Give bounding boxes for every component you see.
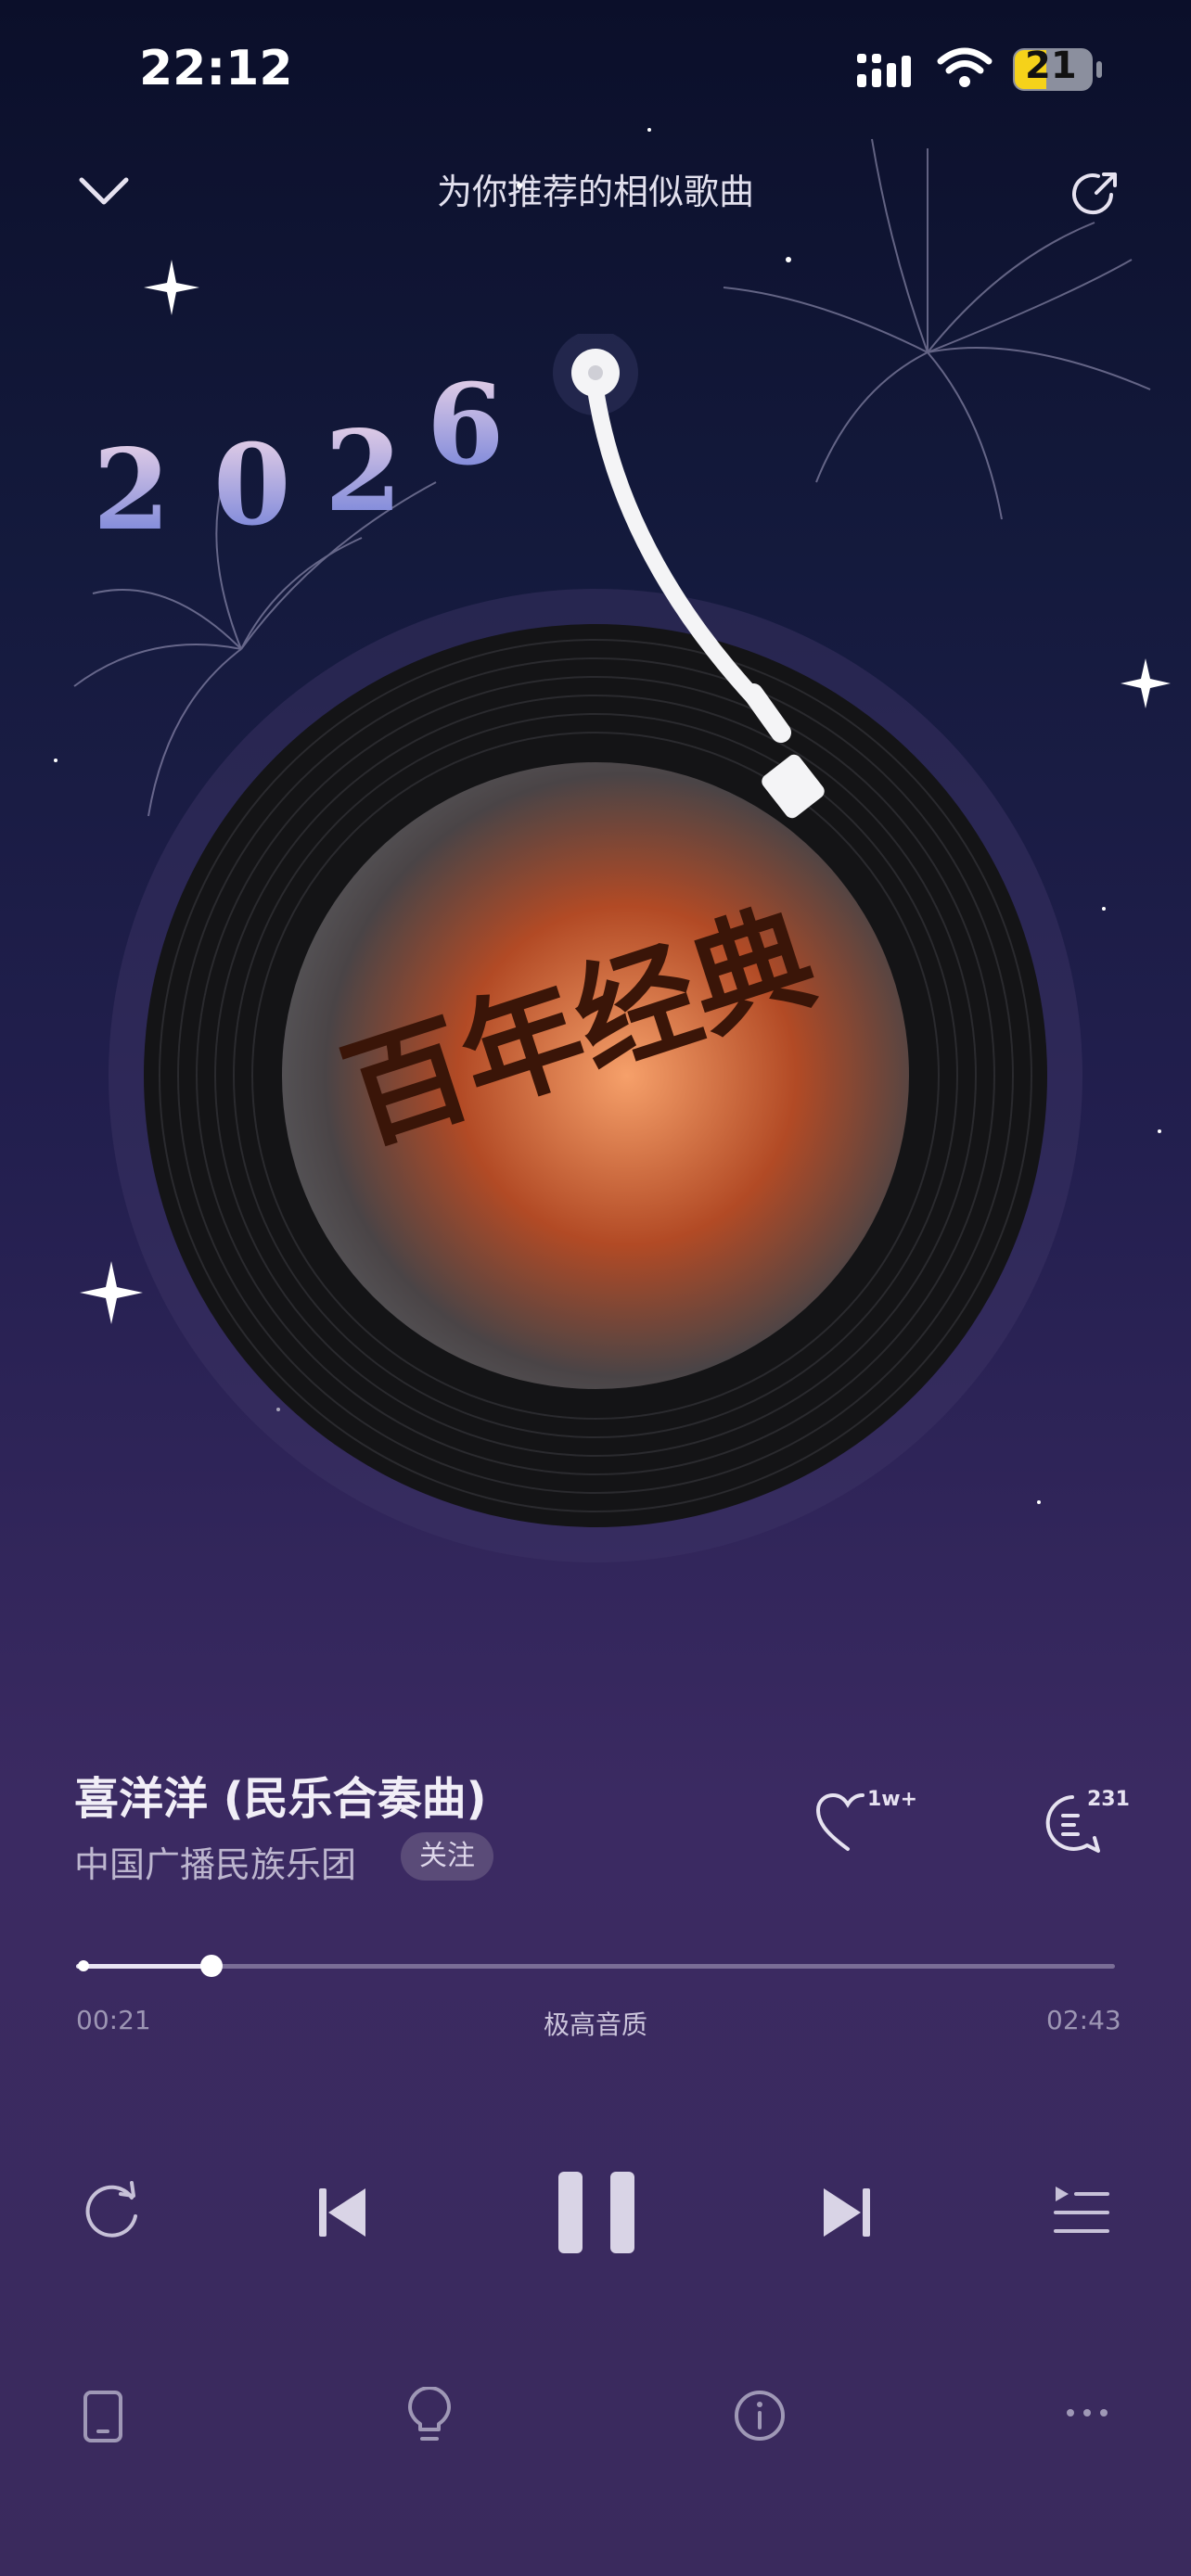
audio-quality[interactable]: 极高音质 bbox=[0, 2005, 1191, 2042]
total-time: 02:43 bbox=[1046, 2005, 1121, 2035]
next-button[interactable] bbox=[818, 2185, 874, 2240]
tonearm bbox=[538, 334, 909, 853]
progress-knob[interactable] bbox=[200, 1955, 223, 1977]
battery-tip bbox=[1096, 61, 1102, 78]
progress-track[interactable] bbox=[76, 1964, 1115, 1969]
year-digit-3: 2 bbox=[325, 406, 403, 537]
lightbulb-button[interactable] bbox=[406, 2387, 453, 2444]
artist-name[interactable]: 中国广播民族乐团 bbox=[74, 1836, 356, 1887]
playlist-button[interactable] bbox=[1052, 2183, 1111, 2238]
pause-button[interactable] bbox=[555, 2168, 638, 2257]
follow-button[interactable]: 关注 bbox=[401, 1832, 493, 1881]
progress-start-dot bbox=[78, 1960, 89, 1971]
progress-fill bbox=[76, 1964, 211, 1969]
year-digit-2: 0 bbox=[213, 420, 291, 551]
repeat-button[interactable] bbox=[80, 2179, 143, 2238]
info-button[interactable] bbox=[733, 2389, 787, 2442]
year-digit-4: 6 bbox=[427, 360, 505, 491]
comment-count: 231 bbox=[1087, 1788, 1130, 1811]
previous-button[interactable] bbox=[315, 2185, 371, 2240]
wifi-icon bbox=[937, 46, 992, 89]
year-digit-1: 2 bbox=[93, 425, 171, 555]
song-title: 喜洋洋 (民乐合奏曲) bbox=[74, 1773, 487, 1825]
status-time: 22:12 bbox=[139, 41, 293, 96]
like-count: 1w+ bbox=[867, 1788, 918, 1811]
more-button[interactable] bbox=[1065, 2405, 1109, 2420]
signal-icon bbox=[857, 54, 920, 91]
battery-percent: 21 bbox=[1025, 45, 1077, 87]
year-2026-art: 2 0 2 6 bbox=[83, 352, 510, 556]
device-button[interactable] bbox=[82, 2389, 124, 2444]
